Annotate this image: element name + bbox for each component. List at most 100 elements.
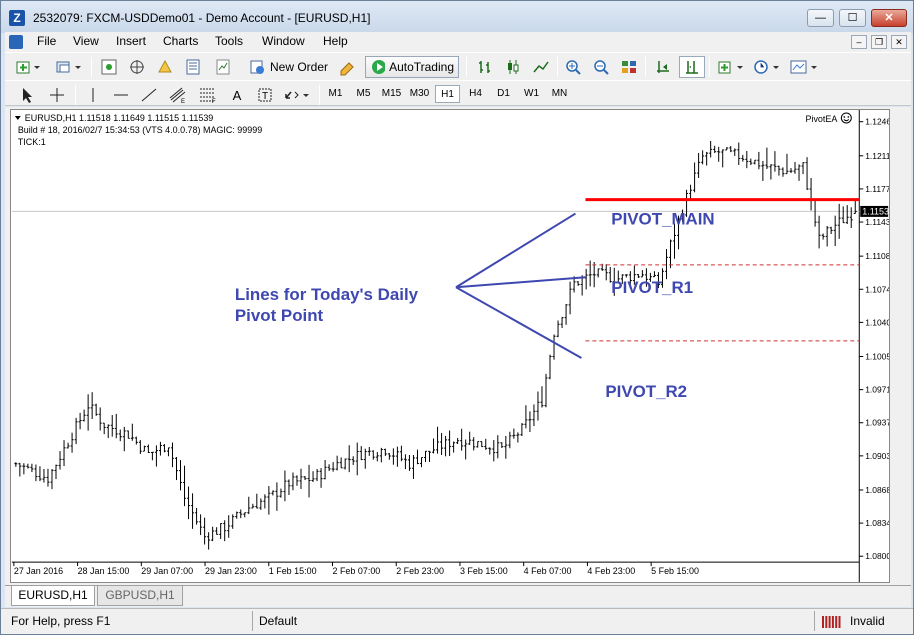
- arrows-icon: [285, 91, 309, 99]
- navigator-icon: [130, 60, 144, 74]
- chart-restore-button[interactable]: ❐: [871, 35, 887, 49]
- menu-insert[interactable]: Insert: [116, 34, 146, 48]
- chart-info-line1: EURUSD,H1 1.11518 1.11649 1.11515 1.1153…: [25, 113, 214, 123]
- timeframe-mn[interactable]: MN: [547, 85, 572, 103]
- chart-tabs: EURUSD,H1 GBPUSD,H1: [5, 585, 911, 607]
- data-window-icon: [158, 59, 172, 73]
- text-button[interactable]: A: [225, 84, 249, 106]
- tab-eurusd-h1[interactable]: EURUSD,H1: [11, 586, 95, 606]
- new-order-button[interactable]: New Order: [243, 56, 333, 78]
- indicators-button[interactable]: [715, 56, 747, 78]
- status-profile[interactable]: Default: [259, 614, 297, 628]
- time-tick-label: 27 Jan 2016: [14, 566, 63, 576]
- arrows-button[interactable]: [281, 84, 313, 106]
- maximize-button[interactable]: ☐: [839, 9, 866, 27]
- equidistant-channel-button[interactable]: E: [165, 84, 191, 106]
- time-tick-label: 29 Jan 23:00: [205, 566, 257, 576]
- new-chart-button[interactable]: [13, 56, 43, 78]
- timeframe-h1[interactable]: H1: [435, 85, 460, 103]
- autoscroll-button[interactable]: [651, 56, 675, 78]
- bar-chart-button[interactable]: [473, 56, 497, 78]
- navigator-button[interactable]: [125, 56, 149, 78]
- price-tick-label: 1.12460: [865, 117, 890, 127]
- timeframe-d1[interactable]: D1: [491, 85, 516, 103]
- timeframe-m15[interactable]: M15: [379, 85, 404, 103]
- crosshair-button[interactable]: [45, 84, 69, 106]
- menu-window[interactable]: Window: [262, 34, 305, 48]
- window-title: 2532079: FXCM-USDDemo01 - Demo Account -…: [33, 11, 371, 25]
- connection-bar: [831, 616, 834, 628]
- indicators-icon: [718, 61, 743, 74]
- time-tick-label: 3 Feb 15:00: [460, 566, 508, 576]
- menu-tools[interactable]: Tools: [215, 34, 243, 48]
- timeframe-w1[interactable]: W1: [519, 85, 544, 103]
- horizontal-line-icon: [114, 94, 128, 96]
- profiles-icon: [56, 61, 81, 73]
- autotrading-button[interactable]: AutoTrading: [365, 56, 459, 78]
- timeframe-m1[interactable]: M1: [323, 85, 348, 103]
- market-watch-icon: [101, 59, 117, 75]
- profiles-button[interactable]: [53, 56, 85, 78]
- chart-window-icon[interactable]: [9, 35, 23, 49]
- price-tick-label: 1.10740: [865, 284, 890, 294]
- timeframe-m30[interactable]: M30: [407, 85, 432, 103]
- minimize-button[interactable]: —: [807, 9, 834, 27]
- status-connection[interactable]: Invalid: [850, 614, 885, 628]
- price-tick-label: 1.11430: [865, 217, 890, 227]
- price-tick-label: 1.09710: [865, 385, 890, 395]
- chart-close-button[interactable]: ✕: [891, 35, 907, 49]
- data-window-button[interactable]: [153, 56, 177, 78]
- chart-shift-button[interactable]: [679, 56, 705, 78]
- zoom-in-button[interactable]: [561, 56, 585, 78]
- line-chart-button[interactable]: [529, 56, 553, 78]
- pivot-main-label: PIVOT_MAIN: [611, 210, 714, 229]
- app-logo-icon: Z: [9, 10, 25, 26]
- trendline-icon: [141, 88, 157, 102]
- title-bar[interactable]: Z 2532079: FXCM-USDDemo01 - Demo Account…: [1, 1, 913, 33]
- connection-bar: [838, 616, 841, 628]
- tab-gbpusd-h1[interactable]: GBPUSD,H1: [97, 586, 183, 606]
- templates-button[interactable]: [787, 56, 821, 78]
- trendline-button[interactable]: [137, 84, 161, 106]
- terminal-button[interactable]: [181, 56, 205, 78]
- price-tick-label: 1.08340: [865, 518, 890, 528]
- timeframe-h4[interactable]: H4: [463, 85, 488, 103]
- menu-file[interactable]: File: [37, 34, 56, 48]
- tile-windows-button[interactable]: [617, 56, 641, 78]
- strategy-tester-button[interactable]: [211, 56, 235, 78]
- connection-bar: [822, 616, 824, 628]
- time-tick-label: 4 Feb 07:00: [524, 566, 572, 576]
- cursor-button[interactable]: [15, 84, 39, 106]
- fibo-icon: F: [200, 88, 216, 104]
- price-tick-label: 1.08680: [865, 485, 890, 495]
- menu-help[interactable]: Help: [323, 34, 348, 48]
- market-watch-button[interactable]: [97, 56, 121, 78]
- horizontal-line-button[interactable]: [109, 84, 133, 106]
- periods-button[interactable]: [751, 56, 783, 78]
- menu-charts[interactable]: Charts: [163, 34, 198, 48]
- close-button[interactable]: ✕: [871, 9, 907, 27]
- chart-minimize-button[interactable]: –: [851, 35, 867, 49]
- text-label-button[interactable]: T: [253, 84, 277, 106]
- annotation-text-line2: Pivot Point: [235, 306, 324, 325]
- chart-info-line3: TICK:1: [18, 137, 46, 147]
- time-tick-label: 5 Feb 15:00: [651, 566, 699, 576]
- price-tick-label: 1.11080: [865, 251, 890, 261]
- drawing-toolbar: E F A T M1 M5 M15 M30 H1 H4 D1 W1 MN: [5, 80, 911, 106]
- price-tick-label: 1.10050: [865, 351, 890, 361]
- fibonacci-button[interactable]: F: [195, 84, 221, 106]
- candles-button[interactable]: [501, 56, 525, 78]
- timeframe-m5[interactable]: M5: [351, 85, 376, 103]
- vertical-line-button[interactable]: [81, 84, 105, 106]
- annotation-text-line1: Lines for Today's Daily: [235, 285, 419, 304]
- chart-background: [11, 110, 889, 582]
- time-tick-label: 4 Feb 23:00: [587, 566, 635, 576]
- metaeditor-button[interactable]: [335, 56, 359, 78]
- autotrading-label: AutoTrading: [389, 60, 454, 74]
- chart-shift-icon: [686, 61, 698, 74]
- zoom-out-button[interactable]: [589, 56, 613, 78]
- price-chart[interactable]: 1.12460 1.12110 1.11770 1.11430 1.11080 1.107…: [10, 109, 890, 583]
- menu-view[interactable]: View: [73, 34, 99, 48]
- connection-bar: [828, 616, 831, 628]
- equidistant-icon: E: [169, 87, 186, 104]
